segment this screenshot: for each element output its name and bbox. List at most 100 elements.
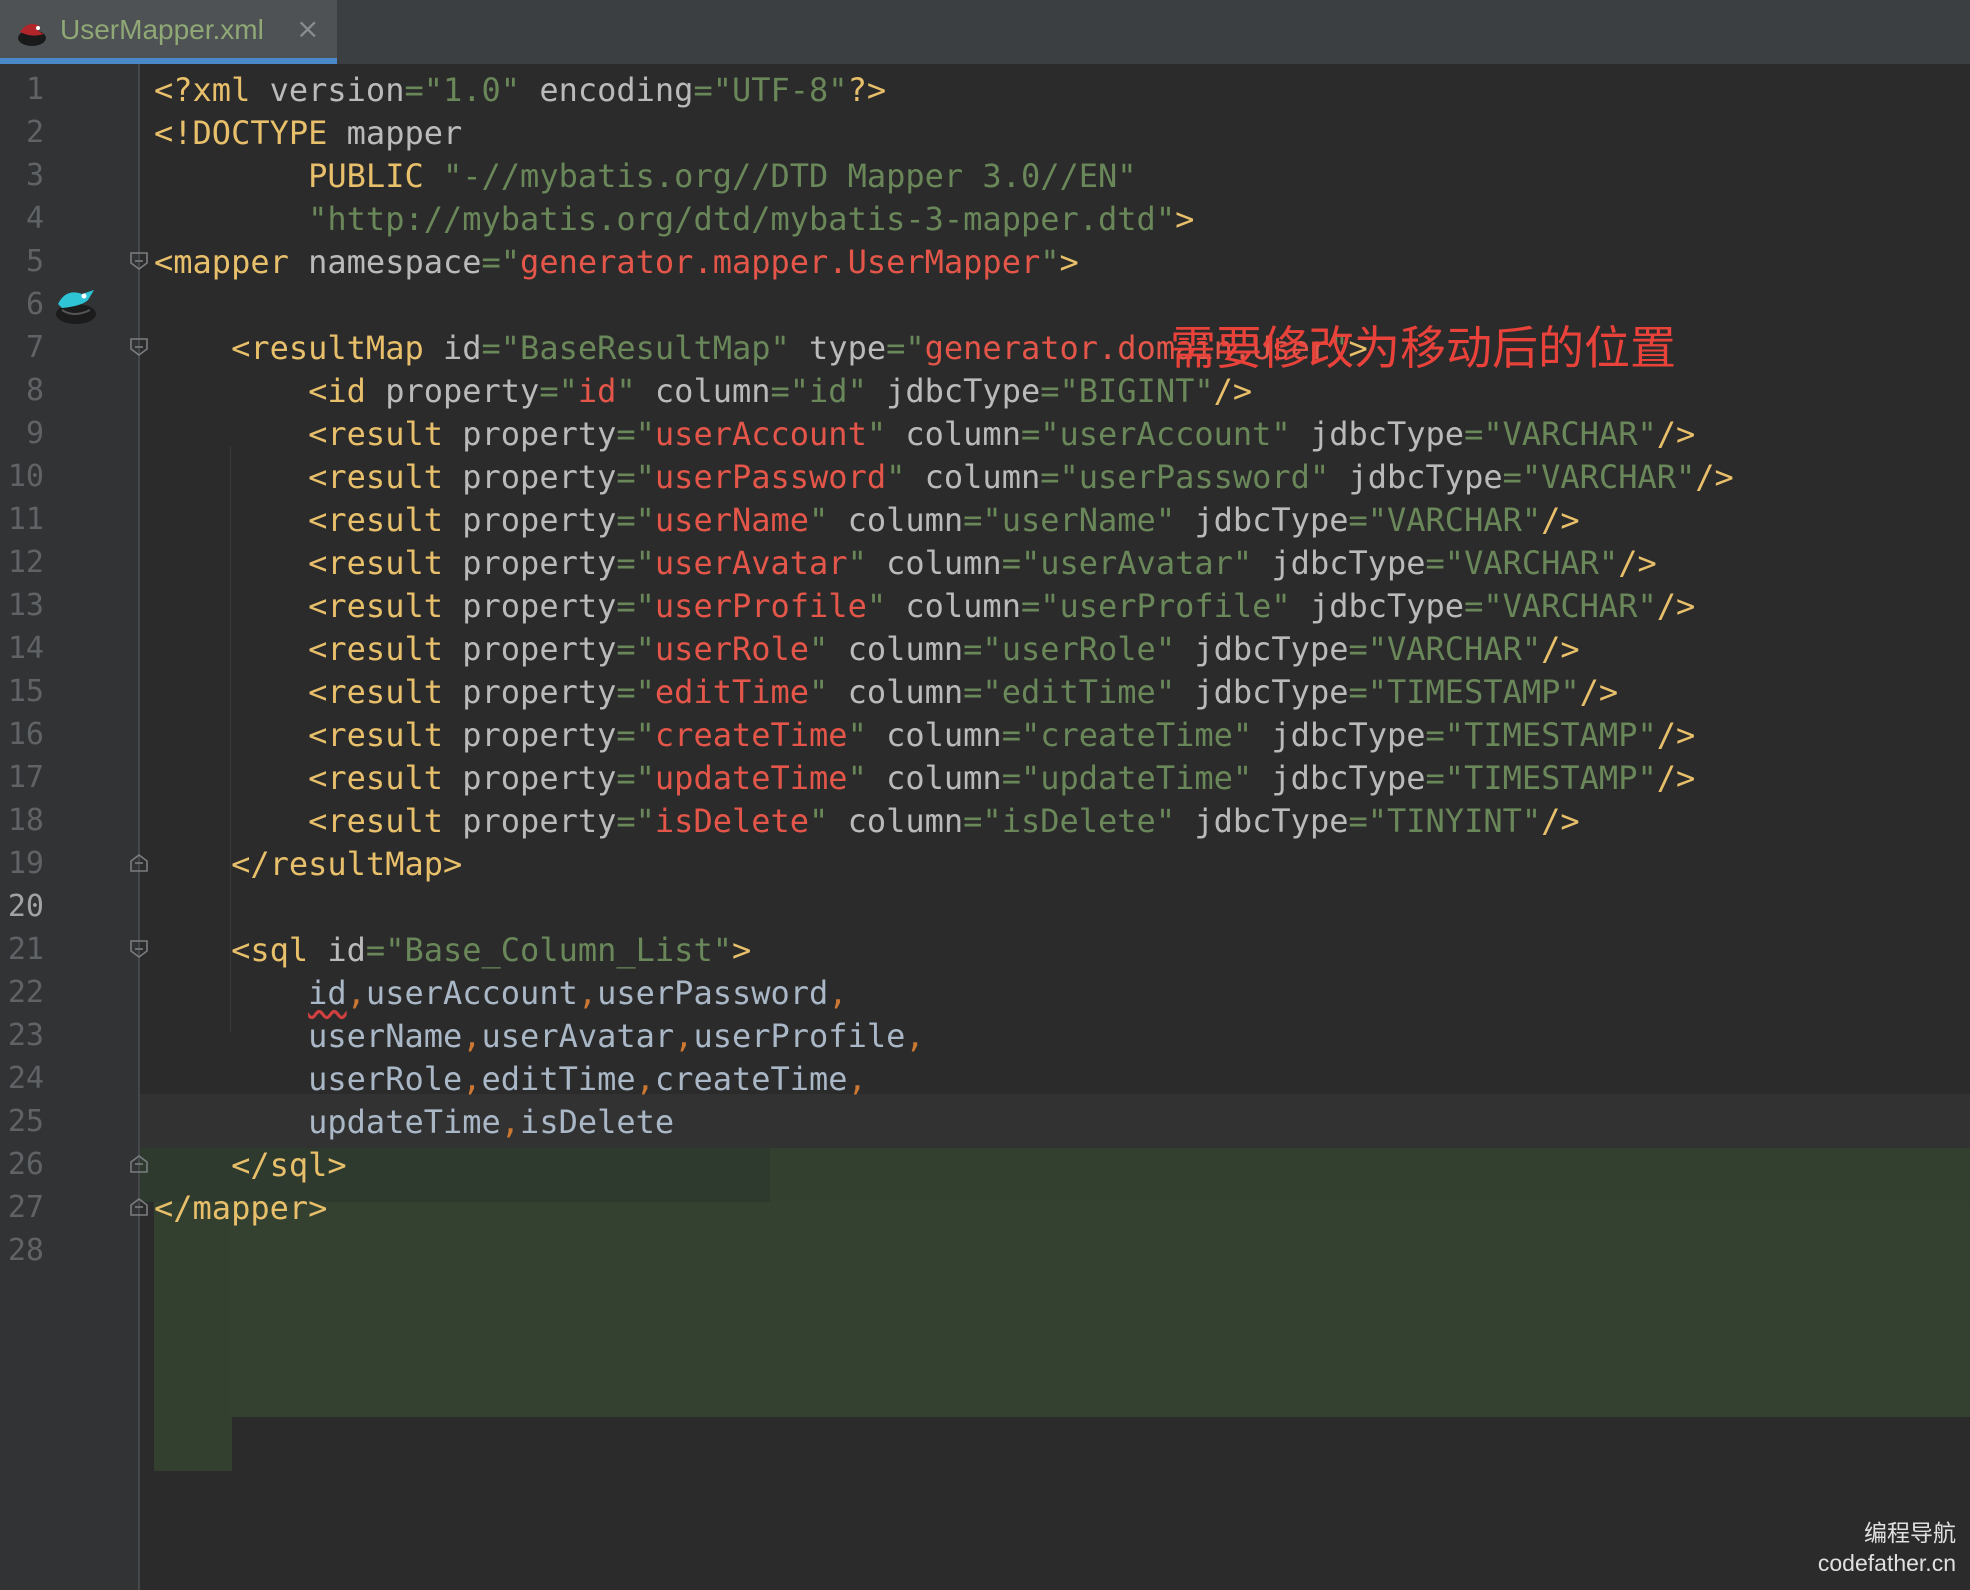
code-token: " (866, 587, 906, 625)
code-token: ="id" (770, 372, 887, 410)
code-token: > (731, 931, 752, 969)
code-token: encoding (539, 71, 694, 109)
code-token: " (616, 372, 655, 410)
fold-collapse-icon[interactable] (128, 938, 150, 960)
code-token: /> (1541, 630, 1580, 668)
code-token: ="userName" (963, 501, 1195, 539)
code-token: " (828, 71, 848, 109)
code-token: =" (886, 329, 925, 367)
code-token: mapper (346, 114, 463, 152)
code-token: generator.mapper.UserMapper (520, 243, 1041, 281)
tab-usermapper-xml[interactable]: UserMapper.xml × (0, 0, 337, 64)
code-token: =" (616, 544, 655, 582)
code-token: createTime (654, 1060, 848, 1098)
code-token: "-//mybatis.org//DTD Mapper 3.0//EN" (442, 157, 1137, 195)
code-token: =" (539, 372, 578, 410)
code-token: </mapper> (154, 1189, 328, 1227)
code-token: , (635, 1060, 655, 1098)
code-token: <?xml (154, 71, 270, 109)
watermark-line-2: codefather.cn (1817, 1550, 1956, 1576)
code-token: =" (616, 501, 655, 539)
code-token: userAccount (654, 415, 867, 453)
code-token: , (905, 1017, 925, 1055)
sql-fragment-highlight (770, 1148, 1970, 1202)
code-line[interactable]: <mapper namespace="generator.mapper.User… (154, 235, 1079, 289)
code-token: " (866, 415, 906, 453)
code-token: ="TIMESTAMP" (1348, 673, 1580, 711)
code-token: jdbcType (1194, 630, 1349, 668)
code-token: isDelete (654, 802, 810, 840)
code-token: property (462, 630, 617, 668)
code-token: <result (308, 759, 463, 797)
mybatis-bird-icon (18, 24, 46, 46)
code-token: /> (1541, 802, 1580, 840)
annotation-text: 需要修改为移动后的位置 (1170, 321, 1676, 375)
code-token: jdbcType (1271, 716, 1426, 754)
code-token: /> (1541, 501, 1580, 539)
watermark: 编程导航 codefather.cn (1818, 1518, 1956, 1578)
code-token: <result (308, 544, 463, 582)
code-token: <result (308, 415, 463, 453)
code-token: ="userAccount" (1020, 415, 1310, 453)
code-token: " (886, 458, 925, 496)
code-token: ?> (847, 71, 887, 109)
fold-end-icon[interactable] (128, 1153, 150, 1175)
close-icon[interactable]: × (296, 12, 319, 45)
code-token: <result (308, 673, 463, 711)
code-token: userProfile (654, 587, 867, 625)
gutter-separator (138, 64, 140, 1590)
code-token: " (500, 71, 540, 109)
code-token: , (462, 1060, 482, 1098)
code-token: isDelete (520, 1103, 675, 1141)
code-line[interactable]: </mapper> (154, 1181, 327, 1235)
code-line[interactable]: </resultMap> (154, 837, 462, 891)
code-token: 1.0 (442, 71, 501, 109)
code-token: ="Base_Column_List" (365, 931, 732, 969)
code-token: userName (654, 501, 810, 539)
code-token: property (462, 802, 617, 840)
code-token: jdbcType (886, 372, 1041, 410)
fold-end-icon[interactable] (128, 852, 150, 874)
code-token: " (809, 501, 848, 539)
code-token: column (905, 587, 1021, 625)
mybatis-gutter-icon[interactable] (52, 284, 100, 326)
code-token: ="VARCHAR" (1464, 415, 1657, 453)
code-token: </sql> (231, 1146, 347, 1184)
code-token: =" (616, 759, 655, 797)
code-token: /> (1656, 587, 1696, 625)
fold-collapse-icon[interactable] (128, 250, 150, 272)
code-token: property (462, 587, 617, 625)
code-token: <result (308, 630, 463, 668)
code-token: , (847, 1060, 867, 1098)
code-token: =" (404, 71, 443, 109)
code-token: property (385, 372, 540, 410)
code-token: column (886, 759, 1002, 797)
tab-title: UserMapper.xml (60, 14, 264, 45)
code-token: =" (616, 587, 655, 625)
code-token: userRole (654, 630, 810, 668)
code-token: property (462, 759, 617, 797)
code-token: " (809, 630, 848, 668)
fold-end-icon[interactable] (128, 1196, 150, 1218)
code-token: =" (481, 243, 521, 281)
code-token: <result (308, 501, 463, 539)
fold-collapse-icon[interactable] (128, 336, 150, 358)
code-token: =" (616, 630, 655, 668)
code-token: id (327, 931, 366, 969)
code-token: version (269, 71, 405, 109)
code-token: jdbcType (1194, 501, 1349, 539)
code-token: id (442, 329, 482, 367)
code-token: , (577, 974, 598, 1012)
code-token: userAvatar (481, 1017, 675, 1055)
code-token: jdbcType (1348, 458, 1503, 496)
code-token: ="VARCHAR" (1464, 587, 1657, 625)
code-token: <result (308, 802, 463, 840)
